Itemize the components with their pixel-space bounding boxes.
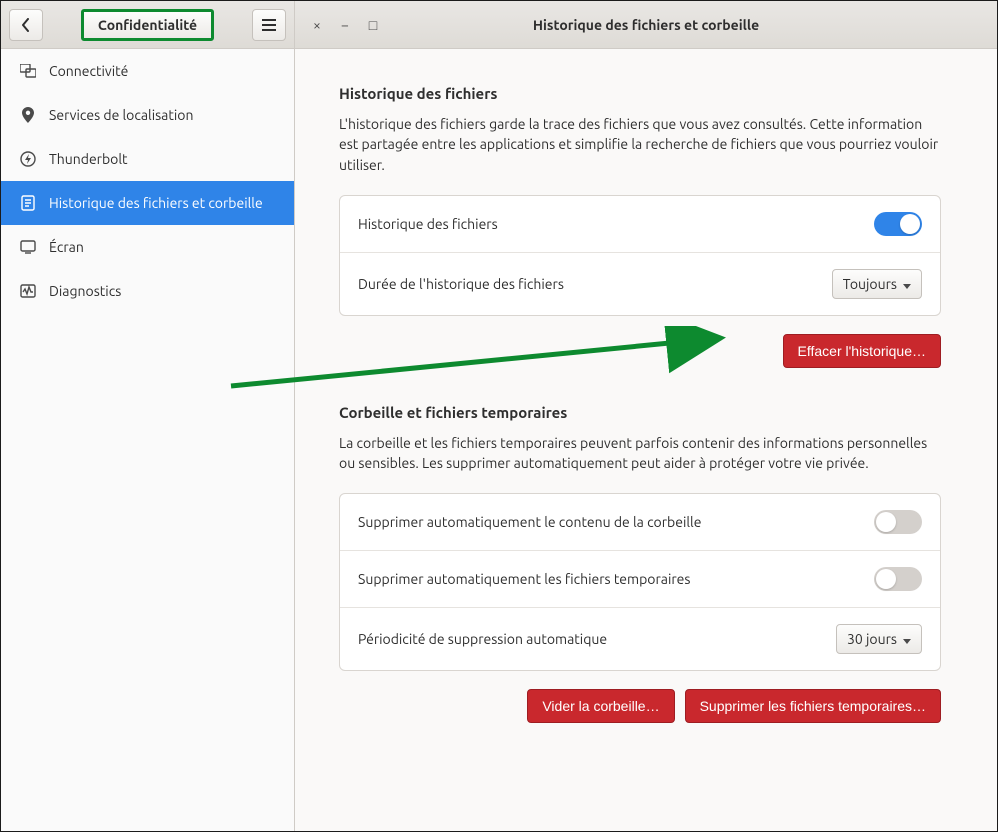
row-label: Périodicité de suppression automatique — [358, 631, 836, 647]
header-right: × − □ Historique des fichiers et corbeil… — [295, 1, 997, 48]
page-title: Historique des fichiers et corbeille — [387, 17, 989, 33]
auto-tmp-row: Supprimer automatiquement les fichiers t… — [340, 551, 940, 608]
content-area: Historique des fichiers L'historique des… — [295, 49, 997, 831]
hamburger-button[interactable] — [252, 9, 286, 41]
file-history-duration-row: Durée de l'historique des fichiers Toujo… — [340, 253, 940, 315]
switch-knob — [876, 512, 896, 532]
sidebar-item-label: Historique des fichiers et corbeille — [49, 195, 263, 211]
settings-window: Confidentialité × − □ Historique des fic… — [0, 0, 998, 832]
maximize-icon: □ — [369, 17, 377, 33]
body: Connectivité Services de localisation Th… — [1, 49, 997, 831]
location-icon — [19, 107, 37, 123]
sidebar-item-location[interactable]: Services de localisation — [1, 93, 294, 137]
auto-trash-row: Supprimer automatiquement le contenu de … — [340, 494, 940, 551]
thunderbolt-icon — [19, 151, 37, 167]
sidebar-item-label: Thunderbolt — [49, 151, 128, 167]
delete-tmp-button[interactable]: Supprimer les fichiers temporaires… — [685, 689, 941, 723]
chevron-down-icon — [903, 631, 911, 647]
sidebar-item-thunderbolt[interactable]: Thunderbolt — [1, 137, 294, 181]
close-icon: × — [313, 17, 321, 33]
row-label: Supprimer automatiquement les fichiers t… — [358, 571, 874, 587]
file-history-section-desc: L'historique des fichiers garde la trace… — [339, 114, 941, 175]
file-history-toggle-row: Historique des fichiers — [340, 196, 940, 253]
empty-trash-button[interactable]: Vider la corbeille… — [527, 689, 674, 723]
file-history-panel: Historique des fichiers Durée de l'histo… — [339, 195, 941, 316]
sidebar-item-file-history[interactable]: Historique des fichiers et corbeille — [1, 181, 294, 225]
period-row: Périodicité de suppression automatique 3… — [340, 608, 940, 670]
row-label: Historique des fichiers — [358, 216, 874, 232]
sidebar-item-connectivity[interactable]: Connectivité — [1, 49, 294, 93]
sidebar-item-screen[interactable]: Écran — [1, 225, 294, 269]
diagnostics-icon — [19, 284, 37, 298]
sidebar-item-label: Diagnostics — [49, 283, 121, 299]
button-label: Vider la corbeille… — [542, 698, 659, 714]
panel-title-label: Confidentialité — [98, 17, 197, 33]
file-history-duration-combo[interactable]: Toujours — [832, 269, 922, 299]
sidebar-item-label: Connectivité — [49, 63, 128, 79]
combo-value: Toujours — [843, 276, 897, 292]
panel-title: Confidentialité — [81, 9, 214, 41]
switch-knob — [900, 214, 920, 234]
file-history-section-title: Historique des fichiers — [339, 85, 941, 102]
trash-button-row: Vider la corbeille… Supprimer les fichie… — [339, 689, 941, 723]
chevron-down-icon — [903, 276, 911, 292]
combo-value: 30 jours — [847, 631, 897, 647]
clear-history-button[interactable]: Effacer l'historique… — [783, 334, 941, 368]
window-minimize-button[interactable]: − — [331, 11, 359, 39]
network-icon — [19, 64, 37, 78]
button-label: Supprimer les fichiers temporaires… — [700, 698, 926, 714]
auto-trash-switch[interactable] — [874, 510, 922, 534]
period-combo[interactable]: 30 jours — [836, 624, 922, 654]
sidebar-item-label: Services de localisation — [49, 107, 193, 123]
minimize-icon: − — [341, 17, 349, 33]
sidebar-item-diagnostics[interactable]: Diagnostics — [1, 269, 294, 313]
chevron-left-icon — [21, 18, 31, 32]
auto-tmp-switch[interactable] — [874, 567, 922, 591]
trash-panel: Supprimer automatiquement le contenu de … — [339, 493, 941, 671]
window-close-button[interactable]: × — [303, 11, 331, 39]
file-history-button-row: Effacer l'historique… — [339, 334, 941, 368]
hamburger-icon — [262, 19, 276, 31]
switch-knob — [876, 569, 896, 589]
trash-section-title: Corbeille et fichiers temporaires — [339, 404, 941, 421]
button-label: Effacer l'historique… — [798, 343, 926, 359]
file-history-icon — [19, 195, 37, 211]
sidebar: Connectivité Services de localisation Th… — [1, 49, 295, 831]
header-left: Confidentialité — [1, 1, 295, 48]
window-maximize-button[interactable]: □ — [359, 11, 387, 39]
row-label: Supprimer automatiquement le contenu de … — [358, 514, 874, 530]
sidebar-item-label: Écran — [49, 239, 84, 255]
header-bar: Confidentialité × − □ Historique des fic… — [1, 1, 997, 49]
trash-section-desc: La corbeille et les fichiers temporaires… — [339, 433, 941, 474]
screen-icon — [19, 240, 37, 254]
row-label: Durée de l'historique des fichiers — [358, 276, 832, 292]
file-history-switch[interactable] — [874, 212, 922, 236]
back-button[interactable] — [9, 9, 43, 41]
